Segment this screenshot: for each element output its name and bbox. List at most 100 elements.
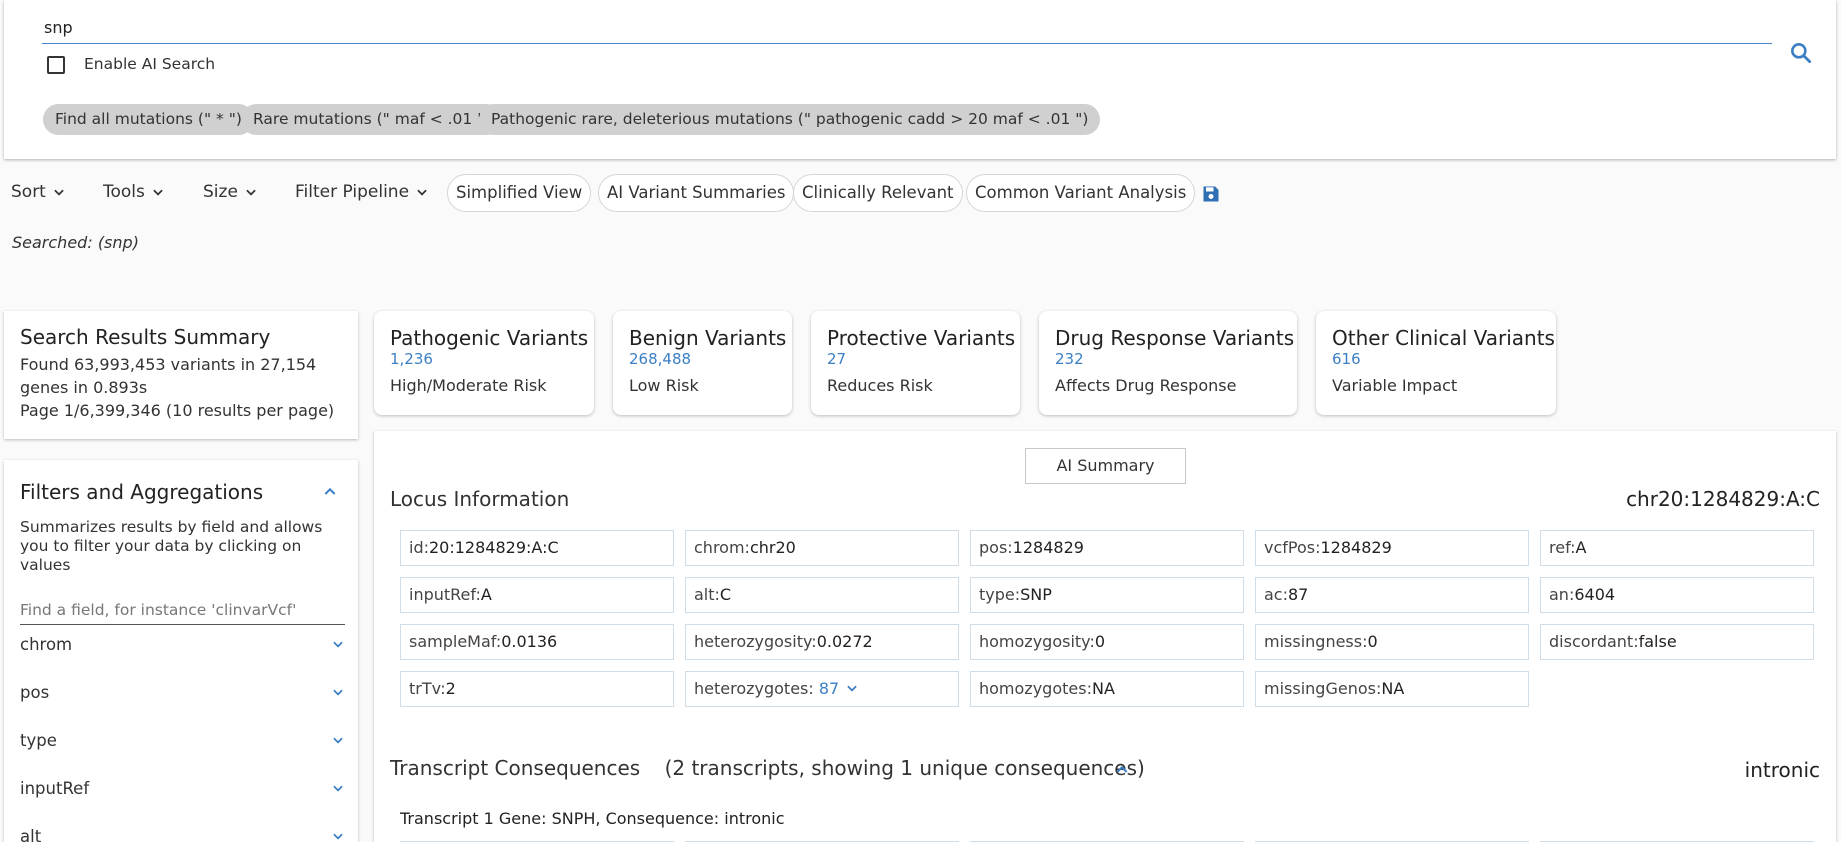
field-value: 1284829	[1012, 538, 1084, 557]
search-input[interactable]	[42, 12, 1772, 44]
field-value: C	[719, 585, 732, 604]
field-value: NA	[1091, 679, 1115, 698]
locus-id: chr20:1284829:A:C	[1626, 487, 1820, 511]
locus-field: missingGenos:NA	[1255, 671, 1529, 707]
field-key: trTv:	[409, 679, 446, 698]
simplified-view-button[interactable]: Simplified View	[447, 174, 592, 212]
chevron-down-icon[interactable]	[845, 681, 859, 695]
agg-field-type[interactable]: type	[20, 728, 345, 752]
stat-benign[interactable]: Benign Variants 268,488 Low Risk	[613, 311, 792, 415]
field-value: 0	[1367, 632, 1378, 651]
sort-menu[interactable]: Sort	[11, 180, 66, 204]
enable-ai-search-label: Enable AI Search	[84, 55, 216, 73]
agg-field-alt[interactable]: alt	[20, 824, 345, 842]
locus-field: homozygosity:0	[970, 624, 1244, 660]
stat-count: 616	[1332, 350, 1361, 368]
stat-title: Protective Variants	[827, 326, 1016, 350]
stat-drug-response[interactable]: Drug Response Variants 232 Affects Drug …	[1039, 311, 1297, 415]
field-value: 0	[1094, 632, 1106, 651]
size-menu[interactable]: Size	[203, 180, 258, 204]
locus-field: ac:87	[1255, 577, 1529, 613]
chevron-down-icon	[246, 189, 256, 196]
locus-field: inputRef:A	[400, 577, 674, 613]
searched-line: Searched: (snp)	[12, 233, 139, 252]
enable-ai-search-checkbox[interactable]	[47, 56, 65, 74]
agg-field-chrom[interactable]: chrom	[20, 632, 345, 656]
clinically-relevant-button[interactable]: Clinically Relevant	[793, 174, 963, 212]
field-key: missingness:	[1264, 632, 1368, 651]
transcript-1-label: Transcript 1 Gene: SNPH, Consequence: in…	[400, 809, 785, 828]
locus-field: homozygotes:NA	[970, 671, 1244, 707]
chip-pathogenic-rare[interactable]: Pathogenic rare, deleterious mutations (…	[479, 104, 1101, 135]
field-value: 20:1284829:A:C	[429, 538, 559, 557]
field-value: NA	[1381, 679, 1405, 698]
stat-other-clinical[interactable]: Other Clinical Variants 616 Variable Imp…	[1316, 311, 1556, 415]
agg-field-label: chrom	[20, 634, 73, 654]
tools-menu[interactable]: Tools	[103, 180, 165, 204]
tools-label: Tools	[103, 182, 145, 202]
stat-count: 27	[827, 350, 847, 368]
find-field-input[interactable]	[20, 595, 345, 625]
field-key: inputRef:	[409, 585, 481, 604]
sort-label: Sort	[11, 182, 46, 202]
stat-title: Benign Variants	[629, 326, 787, 350]
field-value: 2	[445, 679, 456, 698]
transcript-consequences-title: Transcript Consequences (2 transcripts, …	[390, 756, 1145, 780]
agg-field-inputref[interactable]: inputRef	[20, 776, 345, 800]
chevron-down-icon	[417, 189, 427, 196]
search-results-summary: Search Results Summary Found 63,993,453 …	[4, 311, 358, 439]
locus-information-title: Locus Information	[390, 487, 570, 511]
chip-find-all-mutations[interactable]: Find all mutations (" * ")	[43, 104, 254, 135]
stat-desc: Affects Drug Response	[1055, 376, 1237, 395]
field-value: 87	[818, 679, 840, 698]
save-icon[interactable]	[1201, 184, 1221, 204]
stat-pathogenic[interactable]: Pathogenic Variants 1,236 High/Moderate …	[374, 311, 594, 415]
field-key: homozygosity:	[979, 632, 1095, 651]
field-key: pos:	[979, 538, 1013, 557]
transcript-title: Transcript Consequences	[390, 756, 641, 780]
chevron-up-icon[interactable]	[322, 484, 338, 500]
common-variant-analysis-button[interactable]: Common Variant Analysis	[966, 174, 1196, 212]
chevron-up-icon[interactable]	[1114, 762, 1130, 778]
locus-field: sampleMaf:0.0136	[400, 624, 674, 660]
agg-field-label: pos	[20, 682, 50, 702]
chevron-down-icon	[333, 737, 343, 744]
locus-field: type:SNP	[970, 577, 1244, 613]
field-key: missingGenos:	[1264, 679, 1382, 698]
locus-field: trTv:2	[400, 671, 674, 707]
transcript-consequence-summary: intronic	[1744, 758, 1820, 782]
filter-pipeline-menu[interactable]: Filter Pipeline	[295, 180, 429, 204]
searched-label: Searched:	[12, 233, 93, 252]
chip-rare-mutations[interactable]: Rare mutations (" maf < .01 ")	[241, 104, 503, 135]
field-key: vcfPos:	[1264, 538, 1321, 557]
field-key: homozygotes:	[979, 679, 1092, 698]
search-icon[interactable]	[1788, 40, 1814, 66]
field-key: an:	[1549, 585, 1575, 604]
field-value: false	[1638, 632, 1677, 651]
field-key: id:	[409, 538, 429, 557]
field-key: ref:	[1549, 538, 1576, 557]
locus-field: heterozygosity:0.0272	[685, 624, 959, 660]
field-value: 0.0136	[501, 632, 558, 651]
stat-protective[interactable]: Protective Variants 27 Reduces Risk	[811, 311, 1020, 415]
stat-desc: Low Risk	[629, 376, 699, 395]
field-value: 1284829	[1320, 538, 1392, 557]
stat-title: Other Clinical Variants	[1332, 326, 1555, 350]
stat-desc: High/Moderate Risk	[390, 376, 547, 395]
filter-pipeline-label: Filter Pipeline	[295, 182, 410, 202]
heterozygotes-field[interactable]: heterozygotes: 87	[685, 671, 959, 707]
summary-found: Found 63,993,453 variants in 27,154 gene…	[20, 355, 317, 397]
field-value: 0.0272	[816, 632, 873, 651]
field-key: chrom:	[694, 538, 750, 557]
summary-page: Page 1/6,399,346 (10 results per page)	[20, 401, 335, 420]
field-value: SNP	[1020, 585, 1052, 604]
ai-summary-button[interactable]: AI Summary	[1025, 448, 1186, 484]
locus-field: discordant:false	[1540, 624, 1814, 660]
locus-field: chrom:chr20	[685, 530, 959, 566]
agg-field-label: type	[20, 730, 57, 750]
agg-field-pos[interactable]: pos	[20, 680, 345, 704]
summary-title: Search Results Summary	[20, 325, 271, 349]
ai-variant-summaries-button[interactable]: AI Variant Summaries	[598, 174, 795, 212]
transcript-subtitle: (2 transcripts, showing 1 unique consequ…	[664, 756, 1145, 780]
size-label: Size	[203, 182, 238, 202]
